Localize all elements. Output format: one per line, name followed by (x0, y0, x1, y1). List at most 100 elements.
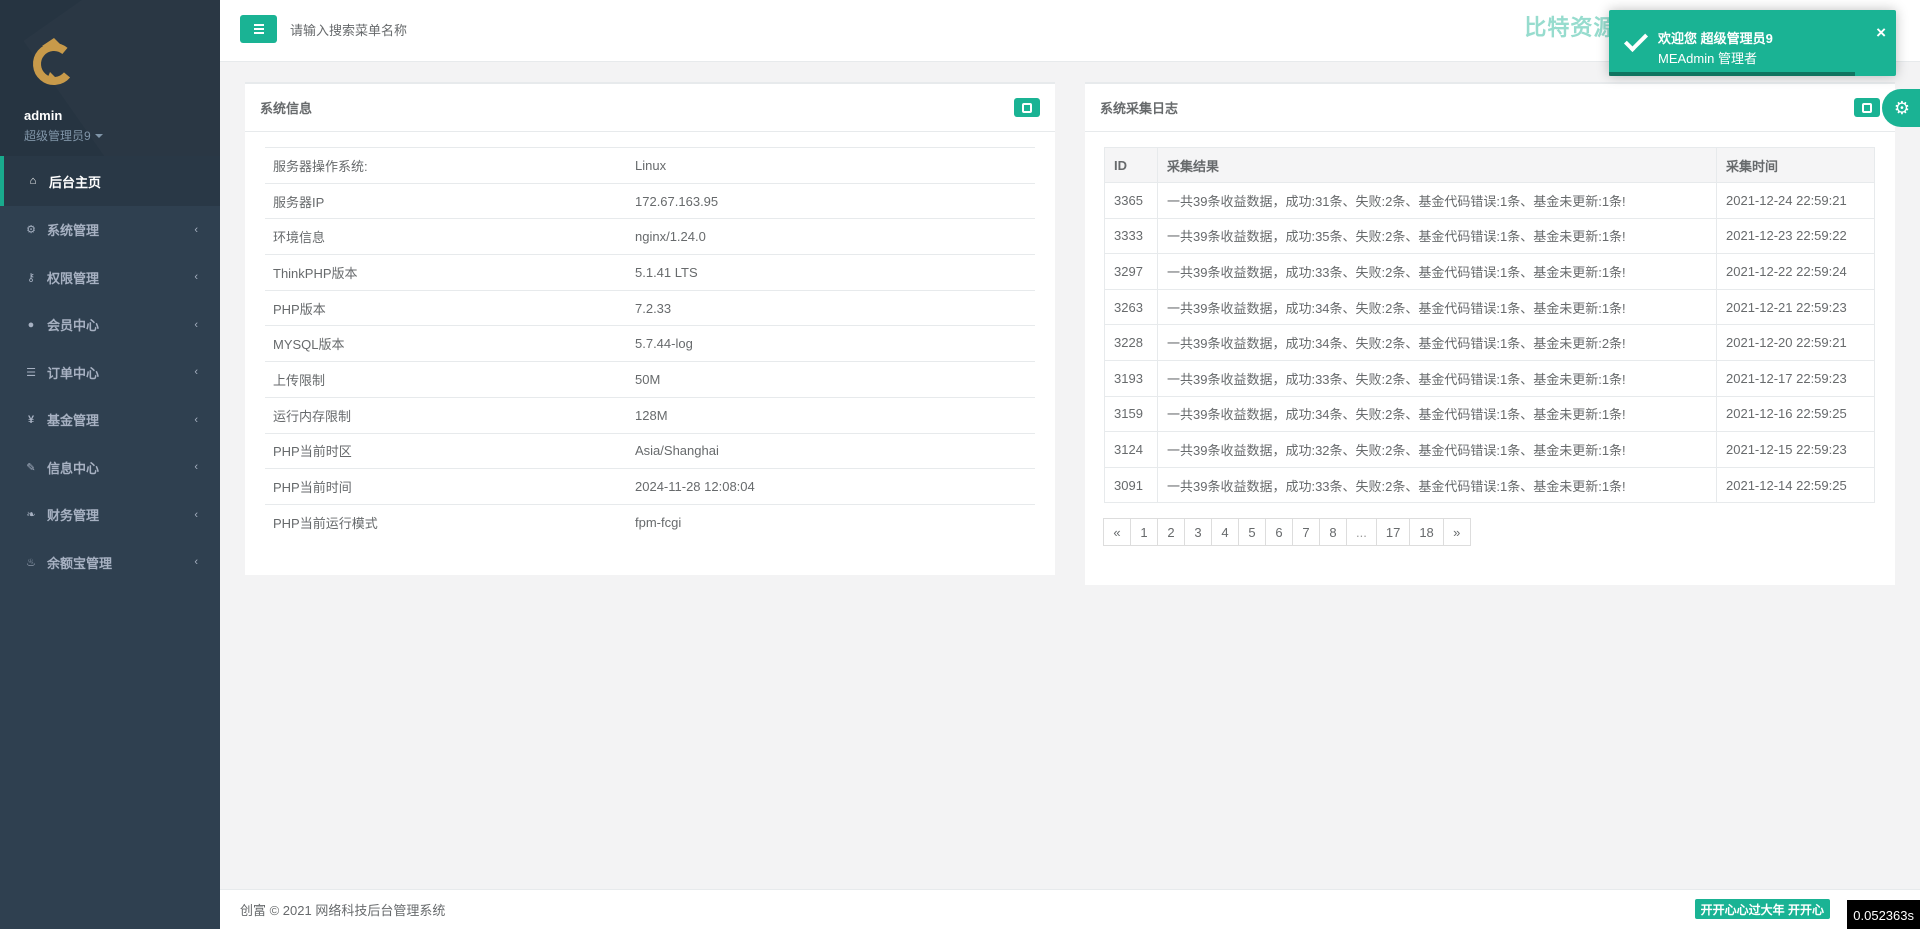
info-value: nginx/1.24.0 (627, 218, 1035, 255)
log-id: 3263 (1104, 288, 1158, 326)
table-row: 上传限制 50M (265, 361, 1035, 398)
log-id: 3124 (1104, 431, 1158, 468)
yen-icon: ¥ (27, 413, 35, 426)
log-time: 2021-12-23 22:59:22 (1716, 217, 1875, 255)
system-info-panel: 系统信息 服务器操作系统: Linux 服务器IP 172.67.163.95 环境信息… (245, 82, 1055, 575)
column-header-result: 采集结果 (1157, 147, 1717, 183)
info-label: 运行内存限制 (265, 396, 627, 433)
sidebar-item-label: 订单中心 (47, 365, 100, 381)
log-id: 3297 (1104, 253, 1158, 290)
info-value: 2024-11-28 12:08:04 (627, 468, 1035, 505)
sidebar: admin 超级管理员9 ⌂ 后台主页 ⚙ 系统管理 ‹ ⚷ 权限管理 ‹ ● 会员中心 ‹ ☰ 订单中… (0, 0, 220, 929)
footer: 创富 © 2021 网络科技后台管理系统 开开心心过大年 开开心 0.05236… (220, 889, 1920, 929)
table-row: 3297 一共39条收益数据，成功:33条、失败:2条、基金代码错误:1条、基金未… (1104, 253, 1875, 290)
gear-icon: ⚙ (1893, 97, 1911, 118)
sidebar-item-label: 权限管理 (47, 270, 100, 286)
table-row: 3159 一共39条收益数据，成功:34条、失败:2条、基金代码错误:1条、基金未… (1104, 395, 1875, 433)
fire-icon: ♨ (26, 556, 36, 569)
profile-role-dropdown[interactable]: 超级管理员9 (24, 127, 220, 144)
chevron-left-icon: ‹ (194, 413, 198, 426)
log-id: 3091 (1104, 466, 1158, 504)
collection-log-panel: 系统采集日志 ID 采集结果 采集时间 3365 一共39条收益数据，成功:31条… (1085, 82, 1895, 585)
log-result: 一共39条收益数据，成功:34条、失败:2条、基金代码错误:1条、基金未更新:2… (1157, 324, 1717, 361)
page-link[interactable]: 6 (1265, 518, 1293, 547)
close-icon[interactable]: × (1876, 24, 1886, 41)
panel-header: 系统采集日志 (1085, 84, 1895, 132)
pagination-ellipsis: ... (1346, 518, 1377, 547)
sidebar-item[interactable]: ❧ 财务管理 ‹ (0, 491, 220, 539)
log-time: 2021-12-22 22:59:24 (1716, 253, 1875, 290)
info-value: Asia/Shanghai (627, 432, 1035, 469)
table-row: 服务器IP 172.67.163.95 (265, 182, 1035, 219)
leaf-icon: ❧ (26, 509, 36, 522)
sidebar-item[interactable]: ¥ 基金管理 ‹ (0, 396, 220, 444)
info-label: PHP当前时区 (265, 432, 627, 469)
welcome-toast: 欢迎您 超级管理员9 MEAdmin 管理者 × (1609, 10, 1896, 76)
sidebar-item-label: 信息中心 (47, 460, 100, 476)
pagination: «1 2 3 4 5 6 7 8... 17 18» (1103, 518, 1895, 547)
sidebar-item-label: 后台主页 (49, 174, 102, 190)
chevron-left-icon: ‹ (194, 461, 198, 474)
table-row: PHP版本 7.2.33 (265, 289, 1035, 326)
table-row: 3228 一共39条收益数据，成功:34条、失败:2条、基金代码错误:1条、基金未… (1104, 324, 1875, 361)
user-icon: ● (27, 318, 35, 331)
collapse-button[interactable] (1854, 98, 1880, 117)
sidebar-item[interactable]: ⌂ 后台主页 (0, 156, 220, 206)
log-id: 3193 (1104, 359, 1158, 397)
sidebar-item[interactable]: ● 会员中心 ‹ (0, 301, 220, 349)
page-link[interactable]: 8 (1319, 518, 1347, 547)
collapse-button[interactable] (1014, 98, 1040, 117)
profile-role: 超级管理员9 (24, 129, 91, 143)
page-link[interactable]: 7 (1292, 518, 1320, 547)
log-time: 2021-12-24 22:59:21 (1716, 182, 1875, 219)
info-label: PHP版本 (265, 289, 627, 326)
sidebar-item-label: 会员中心 (47, 318, 100, 334)
chevron-left-icon: ‹ (194, 556, 198, 569)
sidebar-item[interactable]: ✎ 信息中心 ‹ (0, 444, 220, 492)
sidebar-item[interactable]: ☰ 订单中心 ‹ (0, 349, 220, 397)
info-value: 7.2.33 (627, 289, 1035, 326)
page-link[interactable]: 18 (1409, 518, 1444, 547)
page-link[interactable]: » (1442, 518, 1471, 547)
info-value: fpm-fcgi (627, 503, 1035, 541)
profile-name: admin (24, 108, 63, 123)
page-link[interactable]: 3 (1184, 518, 1212, 547)
wrench-icon: ✎ (26, 461, 36, 474)
collapse-icon (1022, 102, 1032, 113)
table-row: MYSQL版本 5.7.44-log (265, 325, 1035, 362)
page-link[interactable]: 4 (1211, 518, 1239, 547)
sidebar-item[interactable]: ⚷ 权限管理 ‹ (0, 254, 220, 302)
chevron-left-icon: ‹ (194, 271, 198, 284)
logo-icon (33, 38, 75, 85)
table-row: 服务器操作系统: Linux (265, 147, 1035, 184)
info-label: PHP当前时间 (265, 468, 627, 505)
settings-gear-button[interactable]: ⚙ (1882, 89, 1920, 127)
panel-title: 系统信息 (260, 101, 313, 116)
info-label: 上传限制 (265, 361, 627, 398)
table-row: 3365 一共39条收益数据，成功:31条、失败:2条、基金代码错误:1条、基金未… (1104, 182, 1875, 219)
page-link[interactable]: « (1103, 518, 1131, 547)
menu-search-input[interactable] (290, 18, 690, 42)
chevron-left-icon: ‹ (194, 366, 198, 379)
page-link[interactable]: 2 (1157, 518, 1185, 547)
sidebar-item[interactable]: ⚙ 系统管理 ‹ (0, 206, 220, 254)
table-row: 3124 一共39条收益数据，成功:32条、失败:2条、基金代码错误:1条、基金未… (1104, 431, 1875, 468)
info-label: 服务器操作系统: (265, 147, 627, 184)
sidebar-item-label: 基金管理 (47, 413, 100, 429)
page-link[interactable]: 5 (1238, 518, 1266, 547)
table-row: 3091 一共39条收益数据，成功:33条、失败:2条、基金代码错误:1条、基金未… (1104, 466, 1875, 504)
table-row: 3263 一共39条收益数据，成功:34条、失败:2条、基金代码错误:1条、基金未… (1104, 288, 1875, 326)
menu-toggle-button[interactable] (240, 15, 277, 43)
toast-message: MEAdmin 管理者 (1658, 51, 1757, 66)
sidebar-item[interactable]: ♨ 余额宝管理 ‹ (0, 539, 220, 587)
log-id: 3365 (1104, 182, 1158, 219)
page-link[interactable]: 17 (1375, 518, 1411, 547)
page-load-timer: 0.052363s (1847, 900, 1920, 929)
panel-header: 系统信息 (245, 84, 1055, 132)
check-icon (1623, 27, 1649, 53)
page-link[interactable]: 1 (1130, 518, 1158, 547)
profile-header: admin 超级管理员9 (0, 0, 220, 156)
collapse-icon (1862, 102, 1872, 113)
info-value: 50M (627, 361, 1035, 398)
info-value: 128M (627, 396, 1035, 433)
